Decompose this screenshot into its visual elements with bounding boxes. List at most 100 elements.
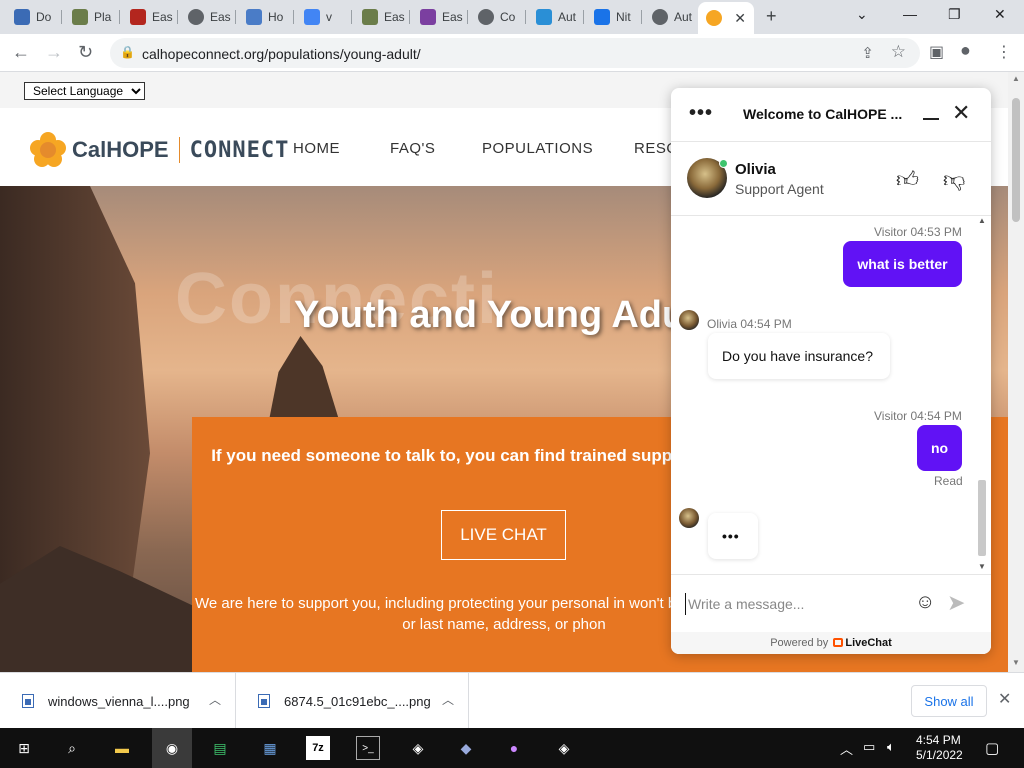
tab-title: Nit — [616, 10, 631, 24]
bookmark-star-icon[interactable]: ☆ — [891, 42, 906, 62]
app-icon[interactable]: ● — [502, 736, 526, 760]
tab-title: Ho — [268, 10, 284, 24]
search-icon[interactable]: ⌕ — [60, 736, 84, 760]
livechat-logo-icon — [833, 638, 844, 647]
typing-dots: ••• — [722, 528, 740, 544]
lock-icon[interactable]: 🔒 — [120, 45, 135, 59]
page-scrollbar[interactable]: ▲ ▼ — [1008, 72, 1024, 672]
agent-mini-avatar — [679, 508, 699, 528]
browser-tab[interactable]: Co — [470, 4, 526, 30]
browser-tab[interactable]: Do — [6, 4, 62, 30]
chat-scroll-up-icon[interactable]: ▲ — [978, 216, 986, 225]
browser-tab[interactable]: Eas — [354, 4, 410, 30]
tab-separator — [409, 10, 410, 24]
browser-tab[interactable]: Eas — [412, 4, 468, 30]
powered-by-label: Powered by — [770, 637, 829, 649]
browser-tab[interactable]: Nit — [586, 4, 642, 30]
windows-start-icon[interactable]: ⊞ — [12, 736, 36, 760]
scroll-up-icon[interactable]: ▲ — [1012, 74, 1020, 83]
browser-tab[interactable]: v — [296, 4, 352, 30]
notifications-icon[interactable]: ▢ — [985, 739, 999, 757]
send-icon[interactable]: ➤ — [947, 590, 965, 616]
browser-tab[interactable]: Eas — [180, 4, 236, 30]
tab-separator — [641, 10, 642, 24]
message-input[interactable] — [685, 593, 905, 615]
show-all-button[interactable]: Show all — [911, 685, 987, 717]
tab-separator — [583, 10, 584, 24]
calhope-logo[interactable]: CalHOPE CONNECT — [30, 132, 289, 168]
new-tab-button[interactable]: + — [766, 6, 777, 27]
tab-title: Eas — [152, 10, 173, 24]
visitor-message: no — [917, 425, 962, 471]
file-explorer-icon[interactable]: ▬ — [110, 736, 134, 760]
chat-scroll-down-icon[interactable]: ▼ — [978, 562, 986, 571]
live-chat-button[interactable]: LIVE CHAT — [441, 510, 566, 560]
forward-button[interactable]: → — [45, 42, 63, 63]
back-button[interactable]: ← — [12, 42, 30, 63]
computer-icon[interactable]: ▦ — [258, 736, 282, 760]
tab-separator — [235, 10, 236, 24]
chat-scrollbar[interactable]: ▲ ▼ — [976, 216, 988, 574]
network-icon[interactable]: ▭ — [863, 739, 875, 755]
download-item[interactable]: 6874.5_01c91ebc_....png ︿ — [236, 673, 469, 729]
image-file-icon — [22, 694, 34, 708]
tab-title: Eas — [442, 10, 463, 24]
close-shelf-icon[interactable]: ✕ — [998, 689, 1011, 709]
app-icon[interactable]: ◆ — [454, 736, 478, 760]
profile-icon[interactable]: ● — [960, 40, 971, 61]
chrome-icon[interactable]: ◉ — [152, 728, 192, 768]
reload-button[interactable]: ↻ — [78, 42, 93, 63]
chevron-up-icon[interactable]: ︿ — [442, 691, 454, 708]
clock-time: 4:54 PM — [916, 733, 961, 747]
hero-title: Youth and Young Adu — [294, 294, 686, 336]
browser-tab[interactable]: Pla — [64, 4, 120, 30]
url-text[interactable]: calhopeconnect.org/populations/young-adu… — [142, 46, 421, 62]
minimize-window-button[interactable]: — — [903, 6, 917, 22]
spreadsheet-app-icon[interactable]: ▤ — [208, 736, 232, 760]
language-select[interactable]: Select Language — [24, 82, 145, 100]
nav-home[interactable]: HOME — [293, 140, 340, 157]
chevron-up-icon[interactable]: ︿ — [209, 691, 221, 708]
app-icon[interactable]: ◈ — [406, 736, 430, 760]
tab-separator — [525, 10, 526, 24]
close-chat-icon[interactable]: ✕ — [952, 100, 970, 126]
7zip-icon[interactable]: 7z — [306, 736, 330, 760]
nav-faqs[interactable]: FAQ'S — [390, 140, 435, 157]
chat-header: ••• Welcome to CalHOPE ... ✕ — [671, 88, 991, 142]
browser-tab[interactable]: Aut — [644, 4, 700, 30]
thumbs-down-icon[interactable]: 👎︎ — [943, 166, 965, 193]
emoji-icon[interactable]: ☺ — [915, 591, 935, 614]
menu-icon[interactable]: ⋮ — [996, 42, 1012, 62]
tray-chevron-icon[interactable]: ︿ — [840, 739, 853, 758]
tab-separator — [293, 10, 294, 24]
close-window-button[interactable]: ✕ — [994, 6, 1006, 23]
tab-separator — [119, 10, 120, 24]
address-bar[interactable]: 🔒 calhopeconnect.org/populations/young-a… — [110, 38, 920, 68]
restore-window-button[interactable]: ❐ — [948, 6, 961, 23]
chat-scroll-thumb[interactable] — [978, 480, 986, 556]
browser-tab[interactable]: Eas — [122, 4, 178, 30]
side-panel-icon[interactable]: ▣ — [929, 42, 944, 62]
browser-tab[interactable]: Aut — [528, 4, 584, 30]
chat-options-icon[interactable]: ••• — [689, 102, 713, 125]
system-clock[interactable]: 4:54 PM 5/1/2022 — [916, 733, 963, 763]
browser-tab[interactable]: Ho — [238, 4, 294, 30]
powered-by[interactable]: Powered by LiveChat — [671, 632, 991, 654]
tab-favicon — [72, 9, 88, 25]
thumbs-up-icon[interactable]: 👍︎ — [896, 166, 919, 193]
typing-indicator: ••• — [708, 513, 758, 559]
tab-search-icon[interactable]: ⌄ — [856, 6, 868, 23]
nav-populations[interactable]: POPULATIONS — [482, 140, 593, 157]
scroll-down-icon[interactable]: ▼ — [1012, 658, 1020, 667]
page-scroll-thumb[interactable] — [1012, 98, 1020, 222]
image-file-icon — [258, 694, 270, 708]
tab-active[interactable]: ✕ — [698, 2, 754, 34]
agent-name: Olivia — [735, 161, 776, 178]
app-icon[interactable]: ◈ — [552, 736, 576, 760]
minimize-chat-icon[interactable] — [923, 118, 939, 120]
volume-icon[interactable]: 🔈︎ — [887, 739, 895, 755]
download-item[interactable]: windows_vienna_l....png ︿ — [0, 673, 236, 729]
terminal-icon[interactable]: >_ — [356, 736, 380, 760]
close-tab-icon[interactable]: ✕ — [734, 10, 746, 27]
share-icon[interactable]: ⇪ — [861, 44, 874, 62]
